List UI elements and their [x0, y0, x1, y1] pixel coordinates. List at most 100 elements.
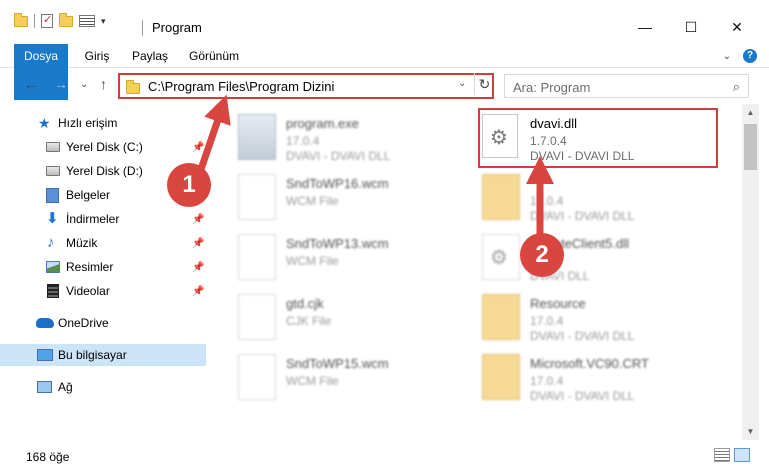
toolbar-separator: [34, 14, 35, 28]
video-icon: [47, 284, 59, 298]
file-item[interactable]: SndToWP13.wcm WCM File: [238, 230, 478, 286]
file-type: WCM File: [286, 254, 339, 268]
folder-icon: [482, 174, 520, 220]
sidebar-item-onedrive[interactable]: OneDrive: [0, 312, 206, 334]
file-item[interactable]: SndToWP15.wcm WCM File: [238, 350, 478, 406]
customize-toolbar-icon[interactable]: ▾: [101, 16, 106, 27]
sidebar-item-pictures[interactable]: Resimler 📌: [0, 256, 206, 278]
sidebar-item-this-pc[interactable]: Bu bilgisayar: [0, 344, 206, 366]
pin-icon[interactable]: 📌: [192, 214, 204, 225]
file-name: Resource: [530, 296, 586, 311]
file-name: gtd.cjk: [286, 296, 324, 311]
music-icon: ♪: [47, 234, 55, 251]
scroll-thumb[interactable]: [744, 124, 757, 170]
undo-icon[interactable]: [79, 15, 95, 27]
file-name: SndToWP16.wcm: [286, 176, 389, 191]
file-name: SndToWP15.wcm: [286, 356, 389, 371]
file-item[interactable]: SndToWP16.wcm WCM File: [238, 170, 478, 226]
file-description: DVAVI - DVAVI DLL: [286, 149, 391, 163]
back-button[interactable]: ←: [24, 76, 38, 92]
sidebar-item-label: Videolar: [66, 284, 110, 298]
sidebar-item-label: Hızlı erişim: [58, 116, 118, 130]
scroll-up-icon[interactable]: ▲: [742, 104, 759, 121]
cloud-icon: [36, 318, 54, 328]
sidebar-item-quick-access[interactable]: ★ Hızlı erişim: [0, 112, 206, 134]
file-icon: [238, 354, 276, 400]
file-version: 17.0.4: [530, 374, 564, 388]
download-icon: ⬇: [46, 210, 59, 227]
status-bar: 168 öğe: [0, 444, 769, 474]
file-description: DVAVI - DVAVI DLL: [530, 329, 635, 343]
details-view-icon[interactable]: [714, 448, 730, 462]
file-item[interactable]: program.exe 17.0.4 DVAVI - DVAVI DLL: [238, 110, 478, 166]
recent-locations-icon[interactable]: ⌄: [80, 79, 88, 90]
network-icon: [37, 381, 52, 393]
pin-icon[interactable]: 📌: [192, 286, 204, 297]
window-title: Program: [152, 20, 202, 35]
star-icon: ★: [38, 115, 51, 131]
file-name: Microsoft.VC90.CRT: [530, 356, 649, 371]
computer-icon: [37, 349, 53, 361]
folder-icon: [482, 294, 520, 340]
file-name: program.exe: [286, 116, 359, 131]
sidebar-item-label: Belgeler: [66, 188, 111, 202]
vertical-scrollbar[interactable]: ▲ ▼: [742, 104, 759, 440]
address-bar[interactable]: C:\Program Files\Program Dizini ⌄ ↻: [118, 73, 494, 99]
file-item[interactable]: Microsoft.VC90.CRT 17.0.4 DVAVI - DVAVI …: [482, 350, 722, 406]
dll-gear-icon: [482, 234, 520, 280]
file-item[interactable]: 17.0.4 DVAVI - DVAVI DLL: [482, 170, 722, 226]
executable-icon: [238, 114, 276, 160]
address-dropdown-icon[interactable]: ⌄: [458, 78, 466, 89]
file-icon: [238, 294, 276, 340]
address-path[interactable]: C:\Program Files\Program Dizini: [148, 79, 334, 94]
help-icon[interactable]: ?: [743, 49, 757, 63]
tab-share[interactable]: Paylaş: [126, 44, 174, 68]
search-icon[interactable]: ⌕: [733, 79, 740, 95]
sidebar-item-label: Müzik: [66, 236, 98, 250]
sidebar-item-label: İndirmeler: [66, 212, 120, 226]
properties-icon[interactable]: [41, 13, 53, 28]
sidebar-item-label: Ağ: [58, 380, 73, 394]
folder-icon: [126, 80, 140, 94]
sidebar-item-label: Yerel Disk (C:): [66, 140, 143, 154]
title-bar: ▾ Program — ☐ ✕: [0, 0, 769, 38]
pin-icon[interactable]: 📌: [192, 238, 204, 249]
file-item[interactable]: gtd.cjk CJK File: [238, 290, 478, 346]
file-item[interactable]: Resource 17.0.4 DVAVI - DVAVI DLL: [482, 290, 722, 346]
callout-step-2: 2: [520, 233, 564, 277]
sidebar-item-downloads[interactable]: ⬇ İndirmeler 📌: [0, 208, 206, 230]
sidebar-item-label: Bu bilgisayar: [58, 348, 127, 362]
tab-home[interactable]: Giriş: [78, 44, 116, 68]
scroll-down-icon[interactable]: ▼: [742, 423, 759, 440]
sidebar-item-disk-c[interactable]: Yerel Disk (C:) 📌: [0, 136, 206, 158]
refresh-icon[interactable]: ↻: [474, 73, 494, 95]
file-version: 17.0.4: [530, 194, 564, 208]
maximize-button[interactable]: ☐: [668, 12, 714, 42]
pin-icon[interactable]: 📌: [192, 142, 204, 153]
quick-access-toolbar: ▾: [14, 12, 106, 28]
title-separator: [142, 20, 143, 36]
file-item[interactable]: UpdateClient5.dll DVAVI DLL: [482, 230, 722, 286]
item-count: 168 öğe: [26, 450, 70, 464]
search-placeholder: Ara: Program: [513, 80, 591, 95]
disk-icon: [46, 166, 60, 176]
expand-ribbon-icon[interactable]: ⌄: [723, 51, 731, 62]
highlight-box-dvavi-dll: [478, 108, 718, 168]
minimize-button[interactable]: —: [622, 12, 668, 42]
tiles-view-icon[interactable]: [734, 448, 750, 462]
search-input[interactable]: Ara: Program ⌕: [504, 74, 749, 98]
close-button[interactable]: ✕: [714, 12, 760, 42]
up-button[interactable]: ↑: [100, 76, 107, 92]
folder-icon: [14, 12, 28, 27]
sidebar-item-videos[interactable]: Videolar 📌: [0, 280, 206, 302]
forward-button[interactable]: →: [54, 76, 68, 92]
file-type: WCM File: [286, 374, 339, 388]
sidebar-item-network[interactable]: Ağ: [0, 376, 206, 398]
sidebar-item-music[interactable]: ♪ Müzik 📌: [0, 232, 206, 254]
sidebar-item-label: Yerel Disk (D:): [66, 164, 143, 178]
new-folder-icon[interactable]: [59, 12, 73, 27]
ribbon-tabs: Dosya Giriş Paylaş Görünüm ⌄ ?: [0, 44, 769, 100]
pin-icon[interactable]: 📌: [192, 262, 204, 273]
tab-view[interactable]: Görünüm: [184, 44, 244, 68]
file-description: DVAVI - DVAVI DLL: [530, 389, 635, 403]
